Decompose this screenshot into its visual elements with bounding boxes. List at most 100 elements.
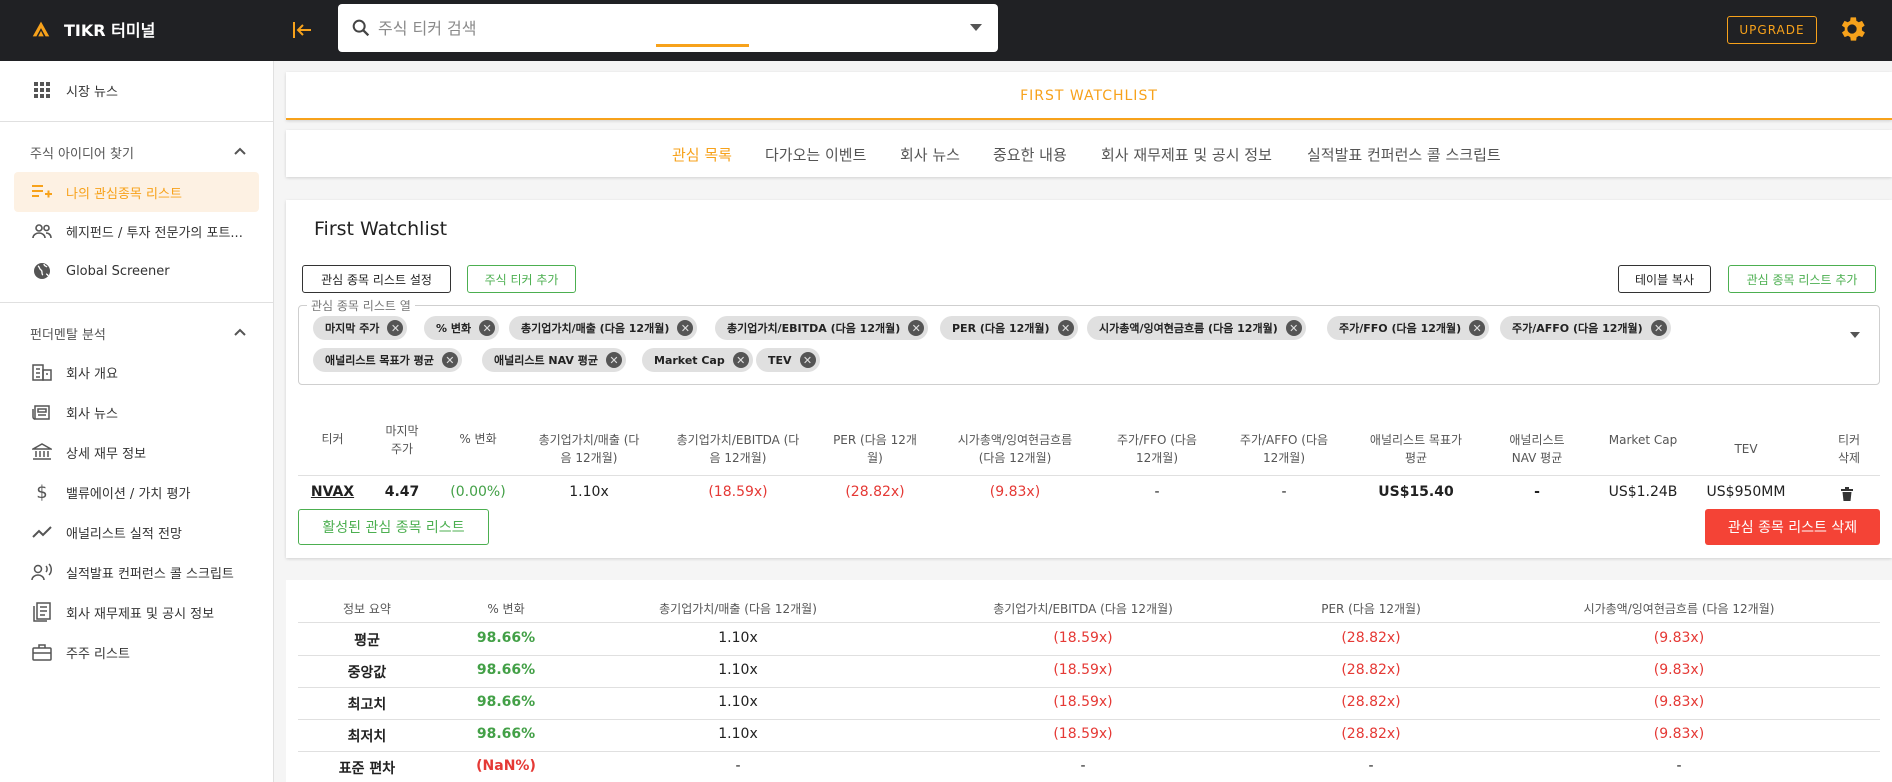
column-chip[interactable]: 마지막 주가 ✕ — [313, 316, 408, 340]
sidebar-item-my-watchlist[interactable]: 나의 관심종목 리스트 — [14, 172, 259, 212]
search-input[interactable] — [378, 14, 938, 42]
header-line: 음 12개월) — [560, 451, 618, 465]
column-chip[interactable]: % 변화 ✕ — [424, 316, 500, 340]
summary-cell-mcap-fcf: - — [1676, 758, 1682, 774]
sidebar-item-financials[interactable]: 상세 재무 정보 — [14, 433, 259, 471]
col-header-ev-sales[interactable]: 총기업가치/매출 (다음 12개월) — [526, 431, 652, 467]
sidebar-section-ideas[interactable]: 주식 아이디어 찾기 — [30, 143, 134, 162]
sidebar-item-hedge-funds[interactable]: 헤지펀드 / 투자 전문가의 포트... — [14, 212, 259, 250]
summary-header-ev-ebitda: 총기업가치/EBITDA (다음 12개월) — [993, 602, 1173, 616]
header-line: 주가 — [390, 442, 414, 456]
chevron-up-icon[interactable] — [232, 143, 248, 159]
chip-label: 총기업가치/EBITDA (다음 12개월) — [727, 322, 901, 335]
sidebar-item-company-overview[interactable]: 회사 개요 — [14, 353, 259, 391]
col-header-p-ffo[interactable]: 주가/FFO (다음 12개월) — [1110, 431, 1204, 467]
active-tab-indicator — [656, 44, 749, 47]
column-chip[interactable]: 주가/FFO (다음 12개월) ✕ — [1327, 316, 1490, 340]
close-icon[interactable]: ✕ — [1650, 320, 1667, 336]
tab-key-highlights[interactable]: 중요한 내용 — [993, 144, 1067, 165]
copy-table-button[interactable]: 테이블 복사 — [1618, 265, 1711, 293]
col-header-mcap-fcf[interactable]: 시가총액/잉여현금흐름 (다음 12개월) — [940, 431, 1090, 467]
col-header-ev-ebitda[interactable]: 총기업가치/EBITDA (다 음 12개월) — [666, 431, 810, 467]
tab-upcoming-events[interactable]: 다가오는 이벤트 — [765, 144, 866, 165]
watchlist-settings-button[interactable]: 관심 종목 리스트 설정 — [302, 265, 451, 293]
header-line: 총기업가치/매출 (다 — [538, 433, 640, 447]
sidebar-item-market-news[interactable]: 시장 뉴스 — [14, 71, 259, 109]
trend-icon — [30, 520, 54, 544]
col-header-pct-change[interactable]: % 변화 — [440, 430, 516, 448]
summary-header-per: PER (다음 12개월) — [1321, 602, 1421, 616]
close-icon[interactable]: ✕ — [606, 352, 622, 368]
tab-watchlist[interactable]: 관심 목록 — [672, 144, 732, 165]
sidebar-item-valuation[interactable]: $ 밸류에이션 / 가치 평가 — [14, 473, 259, 511]
close-icon[interactable]: ✕ — [799, 352, 816, 368]
add-watchlist-button[interactable]: 관심 종목 리스트 추가 — [1728, 265, 1876, 293]
search-dropdown-icon[interactable] — [970, 24, 982, 31]
add-ticker-button[interactable]: 주식 티커 추가 — [467, 265, 576, 293]
col-header-mcap[interactable]: Market Cap — [1600, 431, 1686, 449]
close-icon[interactable]: ✕ — [441, 352, 458, 368]
ticker-link[interactable]: NVAX — [300, 484, 365, 500]
sidebar-item-label: 시장 뉴스 — [66, 84, 118, 100]
column-chip[interactable]: 총기업가치/EBITDA (다음 12개월) ✕ — [715, 316, 929, 340]
col-header-p-affo[interactable]: 주가/AFFO (다음 12개월) — [1232, 431, 1336, 467]
close-icon[interactable]: ✕ — [1057, 320, 1074, 336]
tab-earnings-transcripts[interactable]: 실적발표 컨퍼런스 콜 스크립트 — [1307, 144, 1501, 165]
close-icon[interactable]: ✕ — [1285, 320, 1302, 336]
summary-cell-mcap-fcf: (9.83x) — [1653, 662, 1705, 678]
tab-company-news[interactable]: 회사 뉴스 — [900, 144, 960, 165]
sidebar-item-earnings-calls[interactable]: 실적발표 컨퍼런스 콜 스크립트 — [14, 553, 259, 591]
chip-label: 주가/FFO (다음 12개월) — [1339, 322, 1462, 335]
close-icon[interactable]: ✕ — [908, 320, 925, 336]
trash-icon[interactable] — [1841, 487, 1853, 501]
column-chip[interactable]: 시가총액/잉여현금흐름 (다음 12개월) ✕ — [1087, 316, 1306, 340]
chevron-up-icon[interactable] — [232, 324, 248, 340]
column-chip[interactable]: TEV ✕ — [756, 348, 820, 372]
dollar-icon: $ — [36, 481, 48, 503]
summary-cell-per: - — [1368, 758, 1374, 774]
gear-icon[interactable] — [1836, 13, 1868, 45]
top-bar: TIKR 터미널 UPGRADE — [0, 0, 1892, 61]
delete-watchlist-button[interactable]: 관심 종목 리스트 삭제 — [1705, 509, 1880, 545]
column-chip[interactable]: Market Cap ✕ — [642, 348, 753, 372]
upgrade-button[interactable]: UPGRADE — [1727, 16, 1817, 44]
tab-filings[interactable]: 회사 재무제표 및 공시 정보 — [1101, 144, 1272, 165]
column-chip[interactable]: 애널리스트 NAV 평균 ✕ — [482, 348, 626, 372]
col-header-target[interactable]: 애널리스트 목표가 평균 — [1356, 431, 1476, 467]
column-chip[interactable]: 총기업가치/매출 (다음 12개월) ✕ — [509, 316, 698, 340]
cell-last-price: 4.47 — [384, 484, 420, 500]
column-chip[interactable]: 애널리스트 목표가 평균 ✕ — [313, 348, 462, 372]
header-line: 삭제 — [1837, 451, 1861, 465]
close-icon[interactable]: ✕ — [1469, 320, 1486, 336]
sidebar-section-fundamentals[interactable]: 펀더멘탈 분석 — [30, 324, 106, 343]
briefcase-icon — [30, 640, 54, 664]
col-header-per[interactable]: PER (다음 12개 월) — [820, 431, 930, 467]
sidebar-item-filings[interactable]: 회사 재무제표 및 공시 정보 — [14, 593, 259, 631]
summary-header-pct: % 변화 — [487, 602, 525, 616]
columns-dropdown-icon[interactable] — [1850, 332, 1860, 338]
close-icon[interactable]: ✕ — [479, 320, 496, 336]
col-header-ticker[interactable]: 티커 — [300, 430, 365, 448]
col-header-tev[interactable]: TEV — [1706, 440, 1786, 458]
close-icon[interactable]: ✕ — [387, 320, 404, 336]
col-header-nav[interactable]: 애널리스트 NAV 평균 — [1494, 431, 1580, 467]
active-watchlists-button[interactable]: 활성된 관심 종목 리스트 — [298, 509, 489, 545]
close-icon[interactable]: ✕ — [732, 352, 749, 368]
sidebar-item-shareholders[interactable]: 주주 리스트 — [14, 633, 259, 671]
column-chip[interactable]: 주가/AFFO (다음 12개월) ✕ — [1500, 316, 1671, 340]
close-icon[interactable]: ✕ — [677, 320, 694, 336]
sidebar-item-global-screener[interactable]: Global Screener — [14, 252, 259, 290]
summary-cell-pct: (NaN%) — [476, 758, 536, 774]
cell-per: (28.82x) — [845, 484, 905, 500]
summary-cell-ev-ebitda: (18.59x) — [1053, 630, 1113, 646]
app-brand[interactable]: TIKR 터미널 — [30, 17, 155, 41]
sidebar-item-label: 회사 개요 — [66, 366, 118, 382]
sidebar-item-label: 상세 재무 정보 — [66, 446, 147, 462]
collapse-sidebar-icon[interactable] — [288, 16, 316, 44]
column-chip[interactable]: PER (다음 12개월) ✕ — [940, 316, 1078, 340]
document-icon — [30, 600, 54, 624]
sidebar-item-company-news[interactable]: 회사 뉴스 — [14, 393, 259, 431]
sidebar-item-analyst-estimates[interactable]: 애널리스트 실적 전망 — [14, 513, 259, 551]
col-header-last-price[interactable]: 마지막 주가 — [370, 422, 434, 458]
sidebar-item-label: 회사 뉴스 — [66, 406, 118, 422]
